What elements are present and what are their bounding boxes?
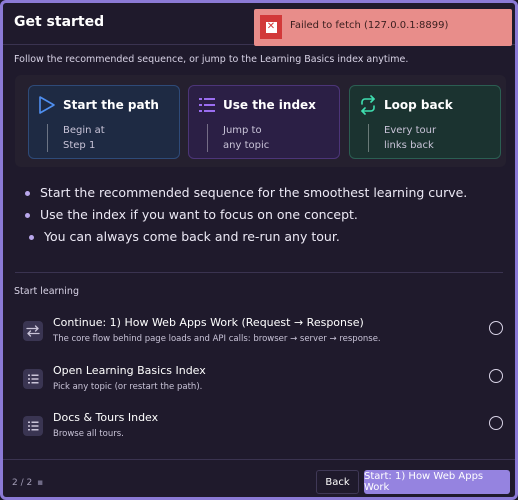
- page-indicator: 2 / 2: [12, 478, 33, 488]
- section-label: Start learning: [14, 286, 79, 297]
- card-use-index[interactable]: Use the index Jump to any topic: [188, 85, 340, 159]
- swap-arrows-icon: [23, 321, 43, 341]
- error-toast[interactable]: ✕ Failed to fetch (127.0.0.1:8899): [254, 9, 512, 46]
- section-divider: [15, 272, 503, 273]
- card-title: Loop back: [384, 98, 453, 112]
- card-desc: Jump to any topic: [223, 125, 270, 151]
- dialog-footer: 2 / 2 ▪ Back Start: 1) How Web Apps Work: [3, 459, 515, 497]
- back-button[interactable]: Back: [316, 470, 359, 494]
- error-x-icon: ✕: [260, 15, 282, 39]
- options-panel: Start the path Begin at Step 1 Use the i…: [15, 75, 506, 167]
- card-loop-back[interactable]: Loop back Every tour links back: [349, 85, 501, 159]
- card-desc: Every tour links back: [384, 125, 437, 151]
- option-radio[interactable]: [489, 369, 503, 383]
- option-radio[interactable]: [489, 416, 503, 430]
- option-subtitle: Pick any topic (or restart the path).: [53, 382, 203, 392]
- dialog-title: Get started: [14, 14, 105, 30]
- tip-item: Use the index if you want to focus on on…: [25, 207, 467, 229]
- option-continue[interactable]: Continue: 1) How Web Apps Work (Request …: [15, 316, 506, 360]
- intro-text: Follow the recommended sequence, or jump…: [14, 54, 409, 65]
- option-subtitle: Browse all tours.: [53, 429, 124, 439]
- card-divider: [47, 124, 48, 152]
- card-divider: [368, 124, 369, 152]
- start-button[interactable]: Start: 1) How Web Apps Work: [364, 470, 510, 494]
- option-title: Open Learning Basics Index: [53, 364, 206, 377]
- option-radio[interactable]: [489, 321, 503, 335]
- tip-item: You can always come back and re-run any …: [29, 229, 471, 251]
- card-divider: [207, 124, 208, 152]
- get-started-dialog: Get started ✕ Failed to fetch (127.0.0.1…: [0, 0, 518, 500]
- list-icon: [23, 369, 43, 389]
- grid-icon: ▪: [37, 478, 44, 488]
- loop-arrows-icon: [361, 95, 375, 115]
- card-title: Start the path: [63, 98, 159, 112]
- option-title: Docs & Tours Index: [53, 411, 159, 424]
- card-start-path[interactable]: Start the path Begin at Step 1: [28, 85, 180, 159]
- card-desc: Begin at Step 1: [63, 125, 105, 151]
- list-icon: [199, 98, 215, 112]
- list-icon: [23, 416, 43, 436]
- card-title: Use the index: [223, 98, 316, 112]
- toast-message: Failed to fetch (127.0.0.1:8899): [290, 20, 449, 31]
- option-docs-tours[interactable]: Docs & Tours Index Browse all tours.: [15, 411, 506, 455]
- option-subtitle: The core flow behind page loads and API …: [53, 334, 381, 344]
- option-title: Continue: 1) How Web Apps Work (Request …: [53, 316, 364, 329]
- tips-list: Start the recommended sequence for the s…: [25, 185, 467, 251]
- play-outline-icon: [39, 96, 55, 114]
- tip-item: Start the recommended sequence for the s…: [25, 185, 467, 207]
- option-learning-index[interactable]: Open Learning Basics Index Pick any topi…: [15, 364, 506, 408]
